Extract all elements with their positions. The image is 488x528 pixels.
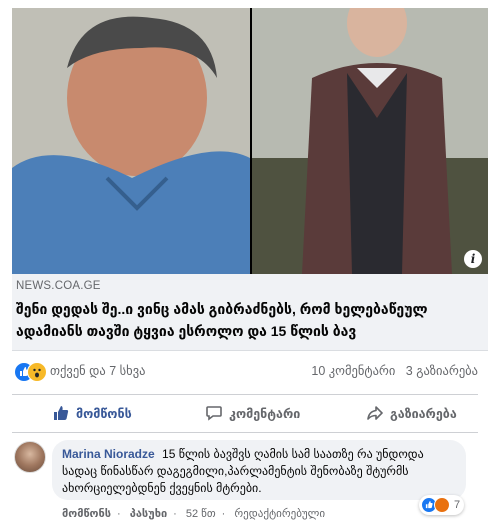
share-button[interactable]: გაზიარება: [366, 398, 457, 428]
comment-reaction-count: 7: [454, 499, 461, 511]
comment-author[interactable]: Marina Nioradze: [62, 447, 155, 461]
wow-reaction-icon: [27, 362, 47, 382]
comment-body: Marina Nioradze 15 წლის ბავშვს ღამის სამ…: [62, 446, 458, 497]
comment-like-link[interactable]: მომწონს: [62, 508, 111, 520]
reaction-icons[interactable]: [14, 362, 54, 382]
comment-time[interactable]: 52 წთ: [186, 508, 216, 520]
like-button[interactable]: მომწონს: [52, 398, 132, 428]
comment-reply-link[interactable]: პასუხი: [130, 508, 167, 520]
divider-top: [12, 394, 478, 395]
comment-footer: მომწონს · პასუხი · 52 წთ · რედაქტირებული: [62, 508, 326, 520]
comment-edited[interactable]: რედაქტირებული: [234, 508, 325, 520]
info-icon[interactable]: i: [464, 250, 482, 268]
comment-reactions[interactable]: 7: [419, 495, 465, 515]
divider-bottom: [12, 432, 478, 433]
reaction-summary[interactable]: თქვენ და 7 სხვა: [50, 363, 145, 378]
thumbs-up-icon: [54, 406, 69, 420]
share-label: გაზიარება: [390, 406, 457, 421]
post-photo[interactable]: i: [12, 8, 488, 274]
comment-icon: [206, 406, 222, 421]
link-headline: შენი დედას შე..ი ვინც ამას გიბრაძნებს, რ…: [16, 301, 428, 339]
man-illustration: [12, 8, 250, 274]
engagement-counts: 10 კომენტარი 3 გაზიარება: [311, 363, 478, 378]
comments-count[interactable]: 10 კომენტარი: [311, 364, 395, 378]
comment-label: კომენტარი: [229, 406, 301, 421]
commenter-avatar[interactable]: [14, 441, 46, 473]
like-label: მომწონს: [76, 406, 132, 421]
photo-divider: [250, 8, 252, 274]
comment-bubble: Marina Nioradze 15 წლის ბავშვს ღამის სამ…: [52, 440, 466, 500]
suited-man-illustration: [252, 8, 488, 274]
share-arrow-icon: [367, 406, 383, 420]
photo-left-man: [12, 8, 250, 274]
shares-count[interactable]: 3 გაზიარება: [406, 364, 478, 378]
link-source: NEWS.COA.GE: [16, 280, 101, 292]
post-card: i NEWS.COA.GE შენი დედას შე..ი ვინც ამას…: [0, 0, 488, 528]
angry-mini-icon: [434, 497, 450, 513]
comment-button[interactable]: კომენტარი: [205, 398, 300, 428]
reaction-bar: თქვენ და 7 სხვა 10 კომენტარი 3 გაზიარება: [12, 360, 478, 382]
action-bar: მომწონს კომენტარი გაზიარება: [12, 398, 478, 428]
photo-right-man: [252, 8, 488, 274]
link-preview[interactable]: NEWS.COA.GE შენი დედას შე..ი ვინც ამას გ…: [12, 274, 488, 351]
